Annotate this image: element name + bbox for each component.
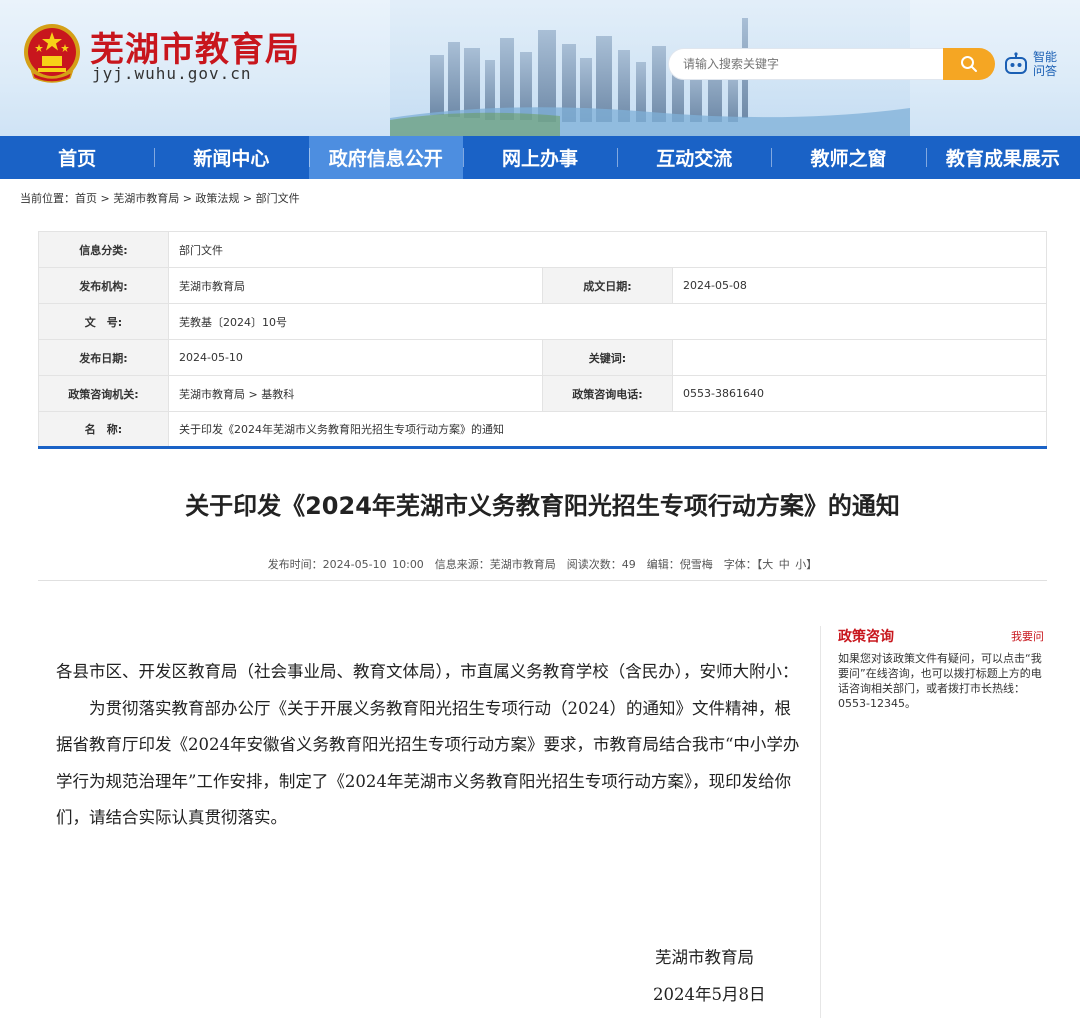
info-keywords: [672, 339, 1047, 376]
side-panel-title: 政策咨询: [838, 629, 894, 645]
breadcrumb[interactable]: 当前位置：首页 > 芜湖市教育局 > 政策法规 > 部门文件: [20, 190, 300, 206]
info-label: 发布机构:: [38, 267, 169, 304]
nav-item-online-service[interactable]: 网上办事: [462, 136, 617, 179]
national-emblem-icon: [24, 24, 80, 83]
info-publish-date: 2024-05-10: [168, 339, 543, 376]
info-label: 信息分类:: [38, 231, 169, 268]
search-button[interactable]: [943, 48, 995, 80]
article-signature: 芜湖市教育局: [655, 948, 754, 967]
robot-icon: [1005, 52, 1027, 74]
info-document-name: 关于印发《2024年芜湖市义务教育阳光招生专项行动方案》的通知: [168, 411, 1047, 448]
info-consult-phone: 0553-3861640: [672, 375, 1047, 412]
article-body: 各县市区、开发区教育局（社会事业局、教育文体局），市直属义务教育学校（含民办），…: [56, 654, 806, 837]
nav-item-interaction[interactable]: 互动交流: [617, 136, 771, 179]
info-label: 成文日期:: [542, 267, 673, 304]
side-panel-text: 如果您对该政策文件有疑问，可以点击“我要问”在线咨询，也可以拨打标题上方的电话咨…: [838, 652, 1042, 710]
info-issuer: 芜湖市教育局: [168, 267, 543, 304]
nav-item-gov-info[interactable]: 政府信息公开: [308, 136, 463, 179]
article-salutation: 各县市区、开发区教育局（社会事业局、教育文体局），市直属义务教育学校（含民办），…: [56, 662, 799, 681]
info-category: 部门文件: [168, 231, 1047, 268]
article-title: 关于印发《2024年芜湖市义务教育阳光招生专项行动方案》的通知: [185, 492, 900, 520]
nav-item-news[interactable]: 新闻中心: [154, 136, 308, 179]
ask-question-link[interactable]: 我要问: [1011, 628, 1044, 644]
nav-item-teachers[interactable]: 教师之窗: [771, 136, 925, 179]
smart-qa-button[interactable]: 智能问答: [1003, 50, 1059, 78]
info-label: 发布日期:: [38, 339, 169, 376]
site-header: 芜湖市教育局 jyj.wuhu.gov.cn 请输入搜索关键字 智能问答: [0, 0, 1080, 136]
info-doc-number: 芜教基〔2024〕10号: [168, 303, 1047, 340]
nav-item-achievements[interactable]: 教育成果展示: [925, 136, 1080, 179]
nav-item-home[interactable]: 首页: [0, 136, 154, 179]
article-date: 2024年5月8日: [653, 985, 766, 1004]
search-input[interactable]: [669, 49, 943, 79]
article-paragraph: 为贯彻落实教育部办公厅《关于开展义务教育阳光招生专项行动（2024）的通知》文件…: [56, 698, 800, 828]
info-label: 文 号:: [38, 303, 169, 340]
document-info-table: 信息分类: 部门文件 发布机构: 芜湖市教育局 成文日期: 2024-05-08…: [38, 231, 1047, 449]
info-created-date: 2024-05-08: [672, 267, 1047, 304]
info-label: 政策咨询电话:: [542, 375, 673, 412]
smart-qa-label: 智能问答: [1033, 50, 1058, 78]
search-icon: [961, 56, 977, 72]
column-divider: [820, 626, 821, 1018]
info-label: 政策咨询机关:: [38, 375, 169, 412]
article-meta: 发布时间：2024-05-10 10:00 信息来源：芜湖市教育局 阅读次数：4…: [267, 558, 818, 571]
meta-divider: [38, 580, 1047, 581]
info-label: 关键词:: [542, 339, 673, 376]
site-domain: jyj.wuhu.gov.cn: [92, 64, 252, 83]
info-consult-org: 芜湖市教育局 > 基教科: [168, 375, 543, 412]
info-label: 名 称:: [38, 411, 169, 448]
main-nav: 首页 新闻中心 政府信息公开 网上办事 互动交流 教师之窗 教育成果展示: [0, 136, 1080, 179]
search-box: [668, 48, 944, 80]
